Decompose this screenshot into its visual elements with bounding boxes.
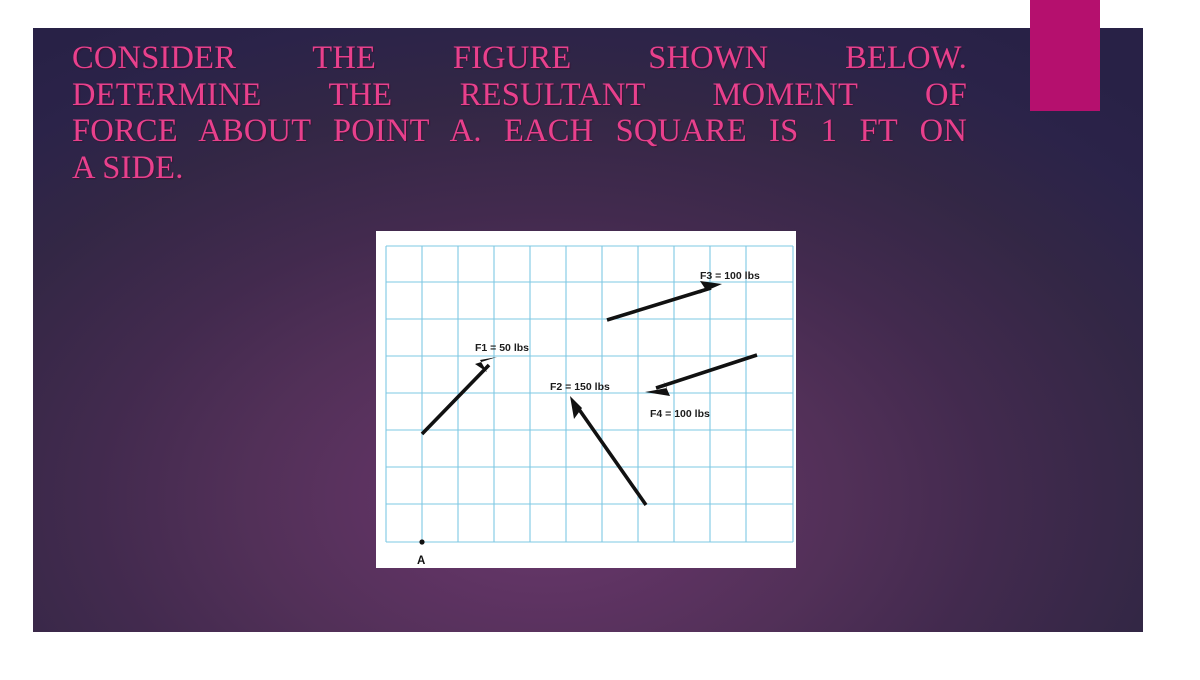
point-a-label: A: [417, 555, 425, 567]
title-line-3: FORCE ABOUT POINT A. EACH SQUARE IS 1 FT…: [72, 113, 967, 149]
figure-image: F1 = 50 lbs F2 = 150 lbs F3 = 100 lbs F4…: [376, 231, 796, 568]
slide-canvas: CONSIDER THE FIGURE SHOWN BELOW. DETERMI…: [0, 0, 1200, 680]
force-label-f1: F1 = 50 lbs: [475, 342, 529, 354]
title-line-2: DETERMINE THE RESULTANT MOMENT OF: [72, 76, 967, 113]
title-line-1: CONSIDER THE FIGURE SHOWN BELOW.: [72, 40, 967, 76]
point-a-dot: [419, 539, 425, 545]
force-label-f3: F3 = 100 lbs: [700, 270, 760, 282]
title-line-4: A SIDE.: [72, 149, 184, 186]
force-diagram: F1 = 50 lbs F2 = 150 lbs F3 = 100 lbs F4…: [376, 231, 796, 568]
force-label-f4: F4 = 100 lbs: [650, 408, 710, 420]
accent-rectangle: [1030, 0, 1100, 111]
force-label-f2: F2 = 150 lbs: [550, 381, 610, 393]
page-title: CONSIDER THE FIGURE SHOWN BELOW. DETERMI…: [72, 40, 967, 186]
